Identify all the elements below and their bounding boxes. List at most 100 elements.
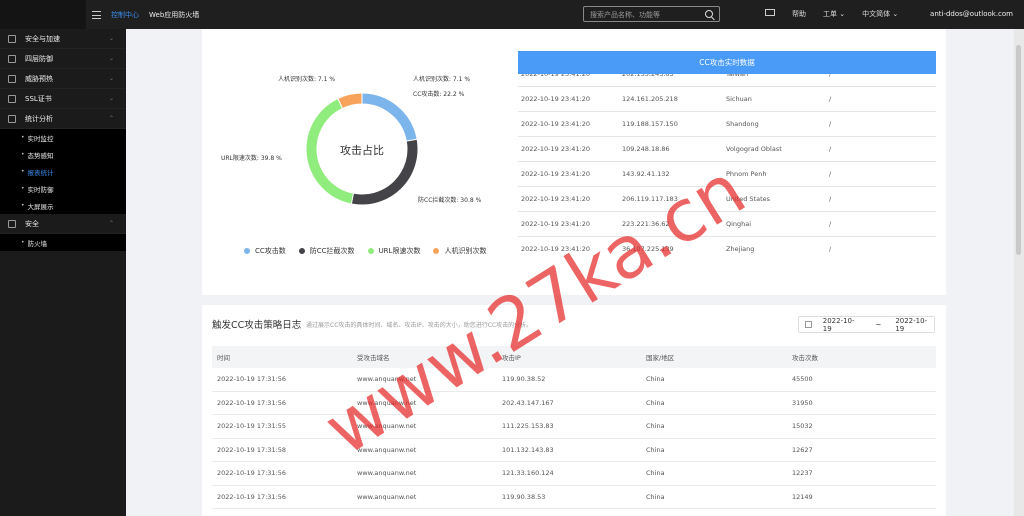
table-cell: /: [829, 120, 832, 128]
help-link[interactable]: 帮助: [792, 9, 806, 19]
chevron-down-icon: ⌄: [108, 95, 114, 102]
table-cell: 202.43.147.167: [502, 398, 554, 407]
ticket-menu[interactable]: 工单 ⌄: [823, 9, 845, 19]
table-cell: www.anquanw.net: [357, 375, 417, 384]
sidebar-item-stats[interactable]: 统计分析 ⌃: [0, 109, 126, 129]
column-header: 攻击IP: [502, 354, 521, 362]
table-cell: 121.33.160.124: [502, 469, 554, 478]
table-cell: www.anquanw.net: [357, 422, 417, 431]
table-cell: China: [646, 422, 665, 431]
table-cell: 2022-10-19 23:41:20: [521, 195, 591, 203]
search-icon[interactable]: [705, 10, 713, 18]
table-cell: 2022-10-19 17:31:55: [217, 422, 287, 431]
table-cell: 143.92.41.132: [622, 170, 670, 178]
sidebar-subitem-report[interactable]: 报表统计: [0, 163, 126, 180]
search-input[interactable]: 搜索产品名称、功能等: [583, 6, 720, 22]
realtime-header: CC攻击实时数据: [518, 51, 936, 74]
stats-submenu: 实时监控 态势感知 报表统计 实时防御 大屏展示: [0, 129, 126, 214]
ticket-label: 工单: [823, 10, 837, 18]
table-cell: 2022-10-19 17:31:56: [217, 469, 287, 478]
calendar-icon: [805, 321, 812, 328]
table-cell: 119.90.38.53: [502, 492, 546, 501]
table-cell: 2022-10-19 23:41:20: [521, 95, 591, 103]
table-cell: 2022-10-19 23:41:20: [521, 145, 591, 153]
table-cell: 119.90.38.52: [502, 375, 546, 384]
account-menu[interactable]: anti-ddos@outlook.com: [930, 10, 1013, 18]
sidebar-subitem-defense[interactable]: 实时防御: [0, 180, 126, 197]
scrollbar-thumb[interactable]: [1016, 45, 1021, 255]
realtime-layer: CC攻击实时数据 2022-10-19 23:41:20 202.133.243.…: [202, 29, 946, 295]
sidebar-item-threat[interactable]: 威胁预热 ⌄: [0, 69, 126, 89]
table-cell: /: [829, 74, 832, 78]
sidebar-item-label: 威胁预热: [25, 74, 53, 83]
table-cell: /: [829, 220, 832, 228]
table-cell: 45500: [792, 375, 813, 384]
sidebar-item-security[interactable]: 安全 ⌃: [0, 214, 126, 234]
cube-icon: [8, 34, 16, 43]
log-panel: 触发CC攻击策略日志 通过展示CC攻击的具体时间、域名、攻击IP、攻击的大小，助…: [202, 305, 946, 516]
table-cell: www.anquanw.net: [357, 492, 417, 501]
table-cell: 2022-10-19 23:41:20: [521, 245, 591, 253]
sidebar-subitem-situation[interactable]: 态势感知: [0, 146, 126, 163]
table-cell: /: [829, 145, 832, 153]
table-row: 2022-10-19 17:31:56 www.anquanw.net 121.33…: [212, 462, 936, 486]
sidebar-item-label: 统计分析: [25, 114, 53, 123]
sidebar-item-l4-defense[interactable]: 四层防御 ⌄: [0, 49, 126, 69]
scrollbar[interactable]: [1014, 29, 1024, 516]
sidebar: 安全与加速 ⌄ 四层防御 ⌄ 威胁预热 ⌄ SSL证书 ⌄ 统计分析 ⌃ 实时监控 态势感…: [0, 29, 126, 516]
table-row: 2022-10-19 23:41:20 206.119.117.183 United…: [518, 187, 936, 212]
top-bar: 控制中心 Web应用防火墙 搜索产品名称、功能等 帮助 工单 ⌄ 中文简体 ⌄ …: [0, 0, 1024, 29]
table-cell: 12627: [792, 445, 813, 454]
language-menu[interactable]: 中文简体 ⌄: [862, 9, 898, 19]
table-cell: 2022-10-19 23:41:20: [521, 170, 591, 178]
table-cell: China: [646, 398, 665, 407]
table-row: 2022-10-19 23:41:20 109.248.18.86 Volgogra…: [518, 137, 936, 162]
table-cell: 2022-10-19 23:41:20: [521, 74, 591, 78]
table-cell: 119.188.157.150: [622, 120, 678, 128]
plus-icon: [8, 54, 16, 63]
sidebar-subitem-monitor[interactable]: 实时监控: [0, 129, 126, 146]
table-cell: China: [646, 492, 665, 501]
table-row: 2022-10-19 23:41:20 143.92.41.132 Phnom Pe…: [518, 162, 936, 187]
table-cell: China: [646, 375, 665, 384]
grid-icon: [8, 94, 16, 103]
table-cell: Zhejiang: [726, 245, 755, 253]
menu-icon[interactable]: [92, 10, 101, 19]
table-cell: 2022-10-19 23:41:20: [521, 120, 591, 128]
sidebar-item-ssl[interactable]: SSL证书 ⌄: [0, 89, 126, 109]
chevron-down-icon: ⌄: [839, 10, 846, 18]
table-cell: 101.132.143.83: [502, 445, 554, 454]
table-cell: 2022-10-19 17:31:56: [217, 492, 287, 501]
chevron-down-icon: ⌄: [108, 75, 114, 82]
table-cell: 109.248.18.86: [622, 145, 670, 153]
table-row: 2022-10-19 23:41:20 124.161.205.218 Sichua…: [518, 87, 936, 112]
table-cell: 31950: [792, 398, 813, 407]
table-cell: 124.161.205.218: [622, 95, 678, 103]
table-cell: 206.119.117.183: [622, 195, 678, 203]
search-placeholder: 搜索产品名称、功能等: [590, 11, 660, 19]
date-range-picker[interactable]: 2022-10-19 ~ 2022-10-19: [798, 316, 935, 333]
table-cell: /: [829, 95, 832, 103]
product-title[interactable]: Web应用防火墙: [149, 10, 199, 20]
date-start[interactable]: 2022-10-19: [823, 317, 862, 333]
log-description: 通过展示CC攻击的具体时间、域名、攻击IP、攻击的大小，助您进行CC攻击的分析。: [306, 322, 533, 329]
sidebar-item-security-accel[interactable]: 安全与加速 ⌄: [0, 29, 126, 49]
table-cell: www.anquanw.net: [357, 445, 417, 454]
date-end[interactable]: 2022-10-19: [895, 317, 934, 333]
console-link[interactable]: 控制中心: [111, 10, 139, 20]
table-row: 2022-10-19 17:31:56 www.anquanw.net 119.90…: [212, 368, 936, 392]
realtime-table: 2022-10-19 23:41:20 202.133.243.63 Taiwan /…: [518, 74, 936, 261]
table-cell: /: [829, 245, 832, 253]
table-cell: 12237: [792, 469, 813, 478]
table-cell: China: [646, 445, 665, 454]
table-cell: 12149: [792, 492, 813, 501]
table-row: 2022-10-19 17:31:56 www.anquanw.net 202.43…: [212, 392, 936, 415]
table-cell: 202.133.243.63: [622, 74, 674, 78]
sidebar-subitem-bigscreen[interactable]: 大屏展示: [0, 197, 126, 214]
mail-icon[interactable]: [765, 9, 775, 16]
sidebar-subitem-firewall[interactable]: 防火墙: [0, 234, 126, 251]
chevron-down-icon: ⌄: [108, 55, 114, 62]
table-cell: Sichuan: [726, 95, 752, 103]
table-row: 2022-10-19 23:41:20 119.188.157.150 Shando…: [518, 112, 936, 137]
table-cell: Qinghai: [726, 220, 752, 228]
